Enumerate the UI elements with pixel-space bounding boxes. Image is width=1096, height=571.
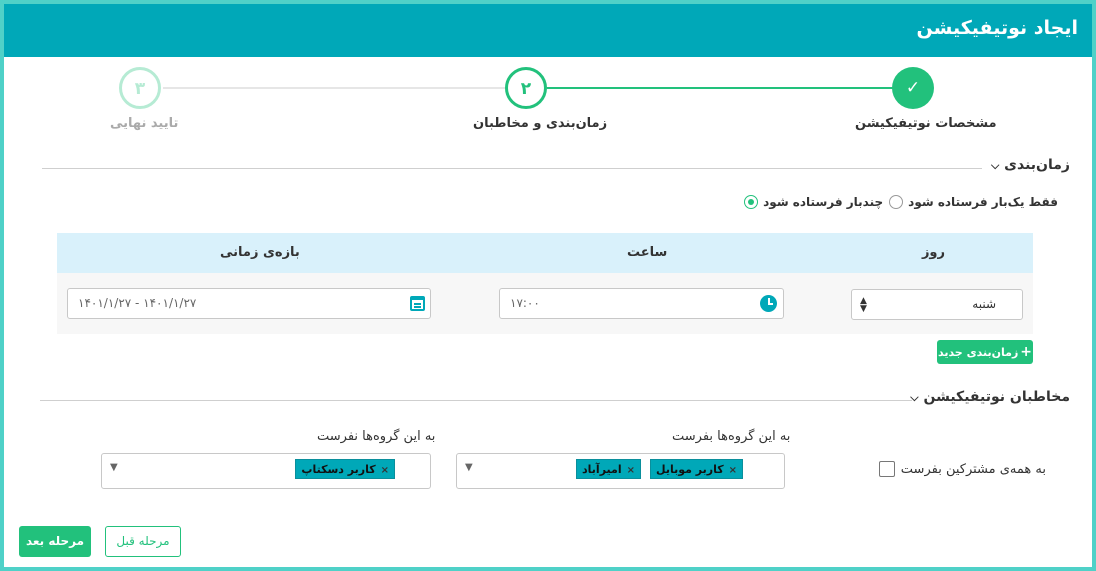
all-subscribers-option[interactable]: به همه‌ی مشترکین بفرست bbox=[878, 461, 1046, 477]
step-2-label: زمان‌بندی و مخاطبان bbox=[473, 116, 608, 131]
next-step-button[interactable]: مرحله بعد bbox=[19, 526, 91, 557]
recipients-section-toggle[interactable]: مخاطبان نوتیفیکیشن ⌵ bbox=[906, 389, 1070, 405]
radio-once-label: فقط یک‌بار فرستاده شود bbox=[908, 195, 1058, 209]
step-3-label: تایید نهایی bbox=[110, 116, 179, 131]
send-group-tag: × امیرآباد bbox=[576, 459, 641, 479]
exclude-groups-label: به این گروه‌ها نفرست bbox=[317, 429, 436, 444]
header-range: بازه‌ی زمانی bbox=[220, 245, 300, 260]
remove-tag-icon[interactable]: × bbox=[729, 465, 737, 476]
day-select-value: شنبه bbox=[972, 297, 996, 311]
clock-icon[interactable] bbox=[760, 295, 777, 312]
remove-tag-icon[interactable]: × bbox=[381, 465, 389, 476]
chevron-down-icon[interactable]: ▼ bbox=[110, 462, 118, 473]
header-time: ساعت bbox=[627, 245, 668, 260]
send-group-tag-label: امیرآباد bbox=[582, 463, 622, 476]
step-1-label: مشخصات نوتیفیکیشن bbox=[855, 116, 997, 131]
scheduling-title: زمان‌بندی bbox=[1004, 157, 1070, 173]
exclude-group-tag-label: کاربر دسکتاپ bbox=[301, 463, 376, 476]
radio-once[interactable]: فقط یک‌بار فرستاده شود bbox=[889, 195, 1058, 209]
add-schedule-label: زمان‌بندی جدید bbox=[937, 346, 1019, 359]
all-subscribers-label: به همه‌ی مشترکین بفرست bbox=[900, 461, 1046, 477]
recipients-title: مخاطبان نوتیفیکیشن bbox=[923, 389, 1071, 405]
scheduling-section-toggle[interactable]: زمان‌بندی ⌵ bbox=[987, 157, 1070, 173]
calendar-icon[interactable] bbox=[410, 296, 425, 311]
radio-multiple[interactable]: چندبار فرستاده شود bbox=[744, 195, 883, 209]
all-subscribers-checkbox[interactable] bbox=[878, 461, 895, 477]
exclude-group-tag: × کاربر دسکتاپ bbox=[295, 459, 395, 479]
send-group-tag-label: کاربر موبایل bbox=[656, 463, 724, 476]
recipients-divider bbox=[40, 400, 912, 401]
time-input[interactable]: ۱۷:۰۰ bbox=[499, 288, 784, 319]
radio-once-button[interactable] bbox=[889, 195, 904, 209]
chevron-down-icon: ⌵ bbox=[910, 391, 919, 404]
radio-multiple-button[interactable] bbox=[744, 195, 759, 209]
date-range-value: ۱۴۰۱/۱/۲۷ - ۱۴۰۱/۱/۲۷ bbox=[78, 296, 197, 310]
stepper-line-pending bbox=[163, 87, 505, 89]
plus-icon: + bbox=[1020, 344, 1033, 360]
stepper-line-complete bbox=[547, 87, 893, 89]
scheduling-divider bbox=[42, 168, 982, 169]
step-1-check-icon[interactable]: ✓ bbox=[892, 67, 934, 109]
time-input-value: ۱۷:۰۰ bbox=[510, 296, 540, 310]
date-range-input[interactable]: ۱۴۰۱/۱/۲۷ - ۱۴۰۱/۱/۲۷ bbox=[67, 288, 431, 319]
header-day: روز bbox=[921, 245, 945, 260]
send-groups-label: به این گروه‌ها بفرست bbox=[672, 429, 791, 444]
chevron-down-icon[interactable]: ▼ bbox=[465, 462, 473, 473]
page-title: ایجاد نوتیفیکیشن bbox=[916, 17, 1078, 39]
send-groups-select[interactable]: ▼ × کاربر موبایل × امیرآباد bbox=[456, 453, 785, 489]
radio-multiple-label: چندبار فرستاده شود bbox=[763, 195, 884, 209]
updown-arrows-icon: ▲ ▼ bbox=[860, 296, 867, 314]
remove-tag-icon[interactable]: × bbox=[627, 465, 635, 476]
add-schedule-button[interactable]: +زمان‌بندی جدید bbox=[937, 340, 1033, 364]
step-2-marker[interactable]: ۲ bbox=[505, 67, 547, 109]
schedule-table-row: شنبه ▲ ▼ ۱۷:۰۰ ۱۴۰۱/۱/۲۷ - ۱۴۰۱/۱/۲۷ bbox=[57, 273, 1033, 334]
send-group-tag: × کاربر موبایل bbox=[650, 459, 743, 479]
schedule-table-header: روز ساعت بازه‌ی زمانی bbox=[57, 233, 1033, 273]
chevron-down-icon: ⌵ bbox=[990, 159, 1000, 172]
day-select[interactable]: شنبه ▲ ▼ bbox=[851, 289, 1023, 320]
previous-step-button[interactable]: مرحله قبل bbox=[105, 526, 181, 557]
exclude-groups-select[interactable]: ▼ × کاربر دسکتاپ bbox=[101, 453, 431, 489]
page-header: ایجاد نوتیفیکیشن bbox=[4, 4, 1092, 57]
send-mode-radio-group: فقط یک‌بار فرستاده شود چندبار فرستاده شو… bbox=[744, 195, 1058, 209]
step-3-marker[interactable]: ۳ bbox=[119, 67, 161, 109]
